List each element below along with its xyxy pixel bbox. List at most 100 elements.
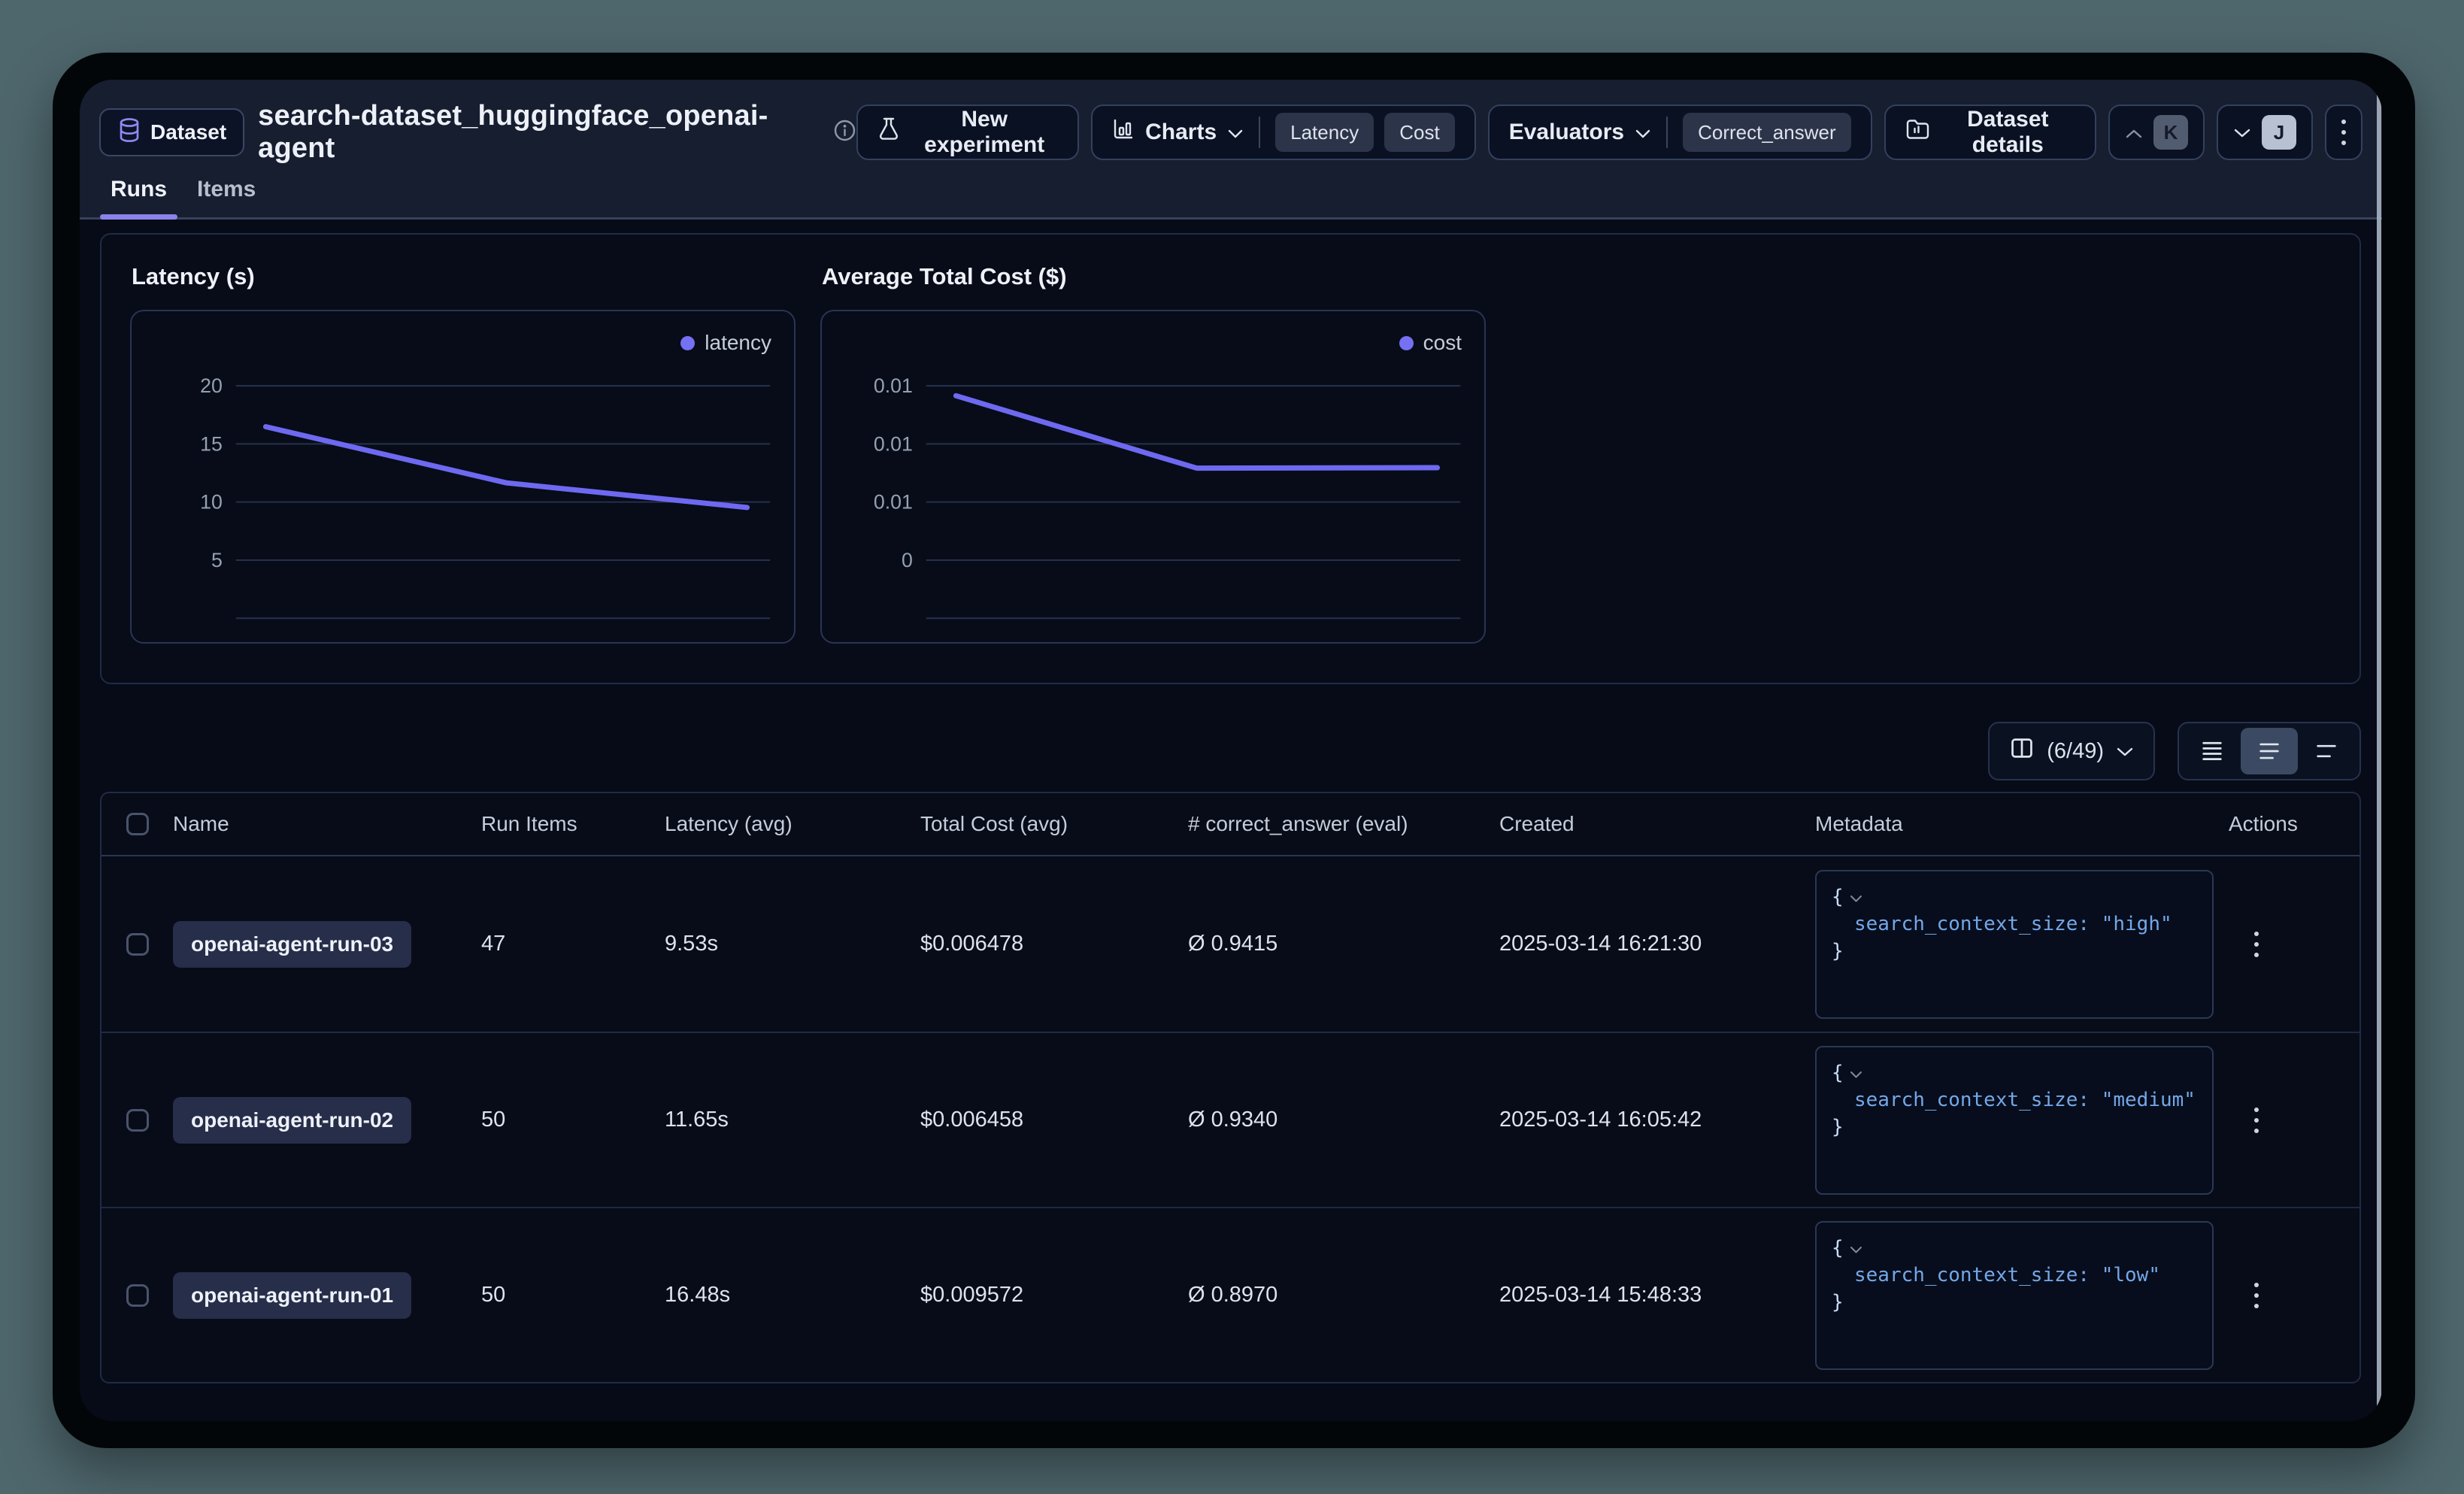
row-checkbox[interactable]	[126, 1284, 149, 1307]
svg-text:0: 0	[902, 549, 913, 571]
metadata-close-brace: }	[1832, 1289, 2197, 1316]
chevron-down-icon	[2116, 739, 2134, 764]
toolbar: Dataset search-dataset_huggingface_opena…	[80, 80, 2382, 167]
charts-label: Charts	[1145, 120, 1217, 145]
svg-text:0.01: 0.01	[874, 491, 913, 514]
app-window-content: Dataset search-dataset_huggingface_opena…	[80, 80, 2382, 1421]
run-name-badge[interactable]: openai-agent-run-02	[173, 1097, 411, 1144]
column-header-total-cost[interactable]: Total Cost (avg)	[920, 812, 1188, 836]
total-cost-value: $0.009572	[920, 1283, 1188, 1308]
more-actions-button[interactable]	[2325, 105, 2362, 160]
run-name-badge[interactable]: openai-agent-run-03	[173, 921, 411, 968]
tab-items[interactable]: Items	[186, 177, 266, 217]
divider	[1666, 117, 1668, 148]
metadata-box[interactable]: { search_context_size: "medium" }	[1815, 1046, 2214, 1195]
svg-text:0.01: 0.01	[874, 432, 913, 455]
metadata-box[interactable]: { search_context_size: "high" }	[1815, 870, 2214, 1019]
collapse-chevron-icon[interactable]	[1850, 883, 1862, 911]
metadata-box[interactable]: { search_context_size: "low" }	[1815, 1221, 2214, 1370]
runs-table: Name Run Items Latency (avg) Total Cost …	[100, 792, 2361, 1383]
column-count-label: (6/49)	[2047, 739, 2104, 764]
info-icon[interactable]	[833, 119, 856, 146]
latency-value: 9.53s	[665, 932, 920, 956]
svg-text:20: 20	[200, 374, 223, 397]
svg-text:15: 15	[200, 432, 223, 455]
created-value: 2025-03-14 15:48:33	[1499, 1283, 1815, 1308]
legend-label: cost	[1423, 331, 1462, 355]
column-header-run-items[interactable]: Run Items	[481, 812, 665, 836]
tab-items-label: Items	[197, 177, 256, 202]
scrollbar[interactable]	[2377, 84, 2381, 1417]
legend-dot-icon	[680, 336, 695, 350]
column-header-name[interactable]: Name	[173, 812, 481, 836]
row-actions-kebab[interactable]	[2247, 1275, 2266, 1316]
row-height-medium-button[interactable]	[2241, 728, 2298, 774]
collapse-chevron-icon[interactable]	[1850, 1235, 1862, 1262]
metadata-content: search_context_size: "medium"	[1832, 1086, 2197, 1114]
cost-line-chart: 0.010.010.010	[822, 311, 1484, 642]
cost-chart: 0.010.010.010 cost	[820, 310, 1486, 644]
legend-dot-icon	[1399, 336, 1414, 350]
row-height-compact-button[interactable]	[2184, 728, 2241, 774]
chevron-down-icon	[1635, 120, 1651, 145]
correct-answer-value: Ø 0.9415	[1188, 932, 1499, 956]
new-experiment-label: New experiment	[911, 107, 1058, 158]
run-name-badge[interactable]: openai-agent-run-01	[173, 1272, 411, 1319]
row-height-tall-button[interactable]	[2298, 728, 2355, 774]
metadata-content: search_context_size: "high"	[1832, 911, 2197, 938]
dataset-details-button[interactable]: Dataset details	[1884, 105, 2096, 160]
cost-chart-section: Average Total Cost ($) 0.010.010.010 cos…	[820, 262, 1486, 656]
flask-icon	[877, 117, 900, 147]
page-title: search-dataset_huggingface_openai-agent	[258, 100, 820, 165]
column-header-correct-answer[interactable]: # correct_answer (eval)	[1188, 812, 1499, 836]
created-value: 2025-03-14 16:05:42	[1499, 1108, 1815, 1132]
row-height-toggle	[2178, 722, 2361, 780]
tab-runs[interactable]: Runs	[100, 177, 177, 217]
metadata-close-brace: }	[1832, 938, 2197, 965]
table-row[interactable]: openai-agent-run-02 50 11.65s $0.006458 …	[102, 1032, 2359, 1207]
chevron-down-icon	[2233, 120, 2251, 145]
row-actions-kebab[interactable]	[2247, 924, 2266, 965]
metadata-close-brace: }	[1832, 1114, 2197, 1141]
columns-icon	[2009, 735, 2035, 767]
charts-panel: Latency (s) 2015105 latency Average Tota…	[100, 233, 2361, 684]
column-header-metadata[interactable]: Metadata	[1815, 812, 2229, 836]
table-body: openai-agent-run-03 47 9.53s $0.006478 Ø…	[102, 856, 2359, 1382]
app-window: Dataset search-dataset_huggingface_opena…	[53, 53, 2415, 1448]
latency-chart: 2015105 latency	[130, 310, 796, 644]
latency-line-chart: 2015105	[132, 311, 794, 642]
cost-chart-title: Average Total Cost ($)	[822, 263, 1486, 290]
metadata-open-brace: {	[1832, 883, 1844, 911]
legend-label: latency	[705, 331, 771, 355]
metadata-open-brace: {	[1832, 1235, 1844, 1262]
chart-tag-cost[interactable]: Cost	[1384, 113, 1454, 152]
evaluator-tag-correct-answer[interactable]: Correct_answer	[1683, 113, 1851, 152]
new-experiment-button[interactable]: New experiment	[856, 105, 1079, 160]
table-row[interactable]: openai-agent-run-03 47 9.53s $0.006478 Ø…	[102, 856, 2359, 1032]
collapse-chevron-icon[interactable]	[1850, 1059, 1862, 1086]
metadata-content: search_context_size: "low"	[1832, 1262, 2197, 1289]
latency-legend: latency	[680, 331, 771, 355]
column-visibility-button[interactable]: (6/49)	[1988, 722, 2155, 780]
select-all-checkbox[interactable]	[126, 813, 149, 835]
row-checkbox[interactable]	[126, 933, 149, 956]
chart-tag-latency[interactable]: Latency	[1275, 113, 1374, 152]
svg-text:5: 5	[211, 549, 223, 571]
row-actions-kebab[interactable]	[2247, 1100, 2266, 1141]
table-row[interactable]: openai-agent-run-01 50 16.48s $0.009572 …	[102, 1207, 2359, 1382]
prev-run-button[interactable]: K	[2108, 105, 2205, 160]
column-header-latency[interactable]: Latency (avg)	[665, 812, 920, 836]
next-run-button[interactable]: J	[2217, 105, 2313, 160]
active-tab-indicator	[100, 214, 177, 220]
column-header-created[interactable]: Created	[1499, 812, 1815, 836]
cost-legend: cost	[1399, 331, 1462, 355]
evaluators-label: Evaluators	[1509, 120, 1624, 145]
kbd-shortcut-k: K	[2153, 115, 2188, 150]
row-checkbox[interactable]	[126, 1109, 149, 1132]
kbd-shortcut-j: J	[2262, 115, 2296, 150]
table-controls: (6/49)	[100, 722, 2361, 780]
toolbar-left: Dataset search-dataset_huggingface_opena…	[99, 100, 856, 165]
evaluators-dropdown[interactable]: Evaluators Correct_answer	[1488, 105, 1872, 160]
run-items-value: 50	[481, 1283, 665, 1308]
charts-dropdown[interactable]: Charts Latency Cost	[1091, 105, 1476, 160]
